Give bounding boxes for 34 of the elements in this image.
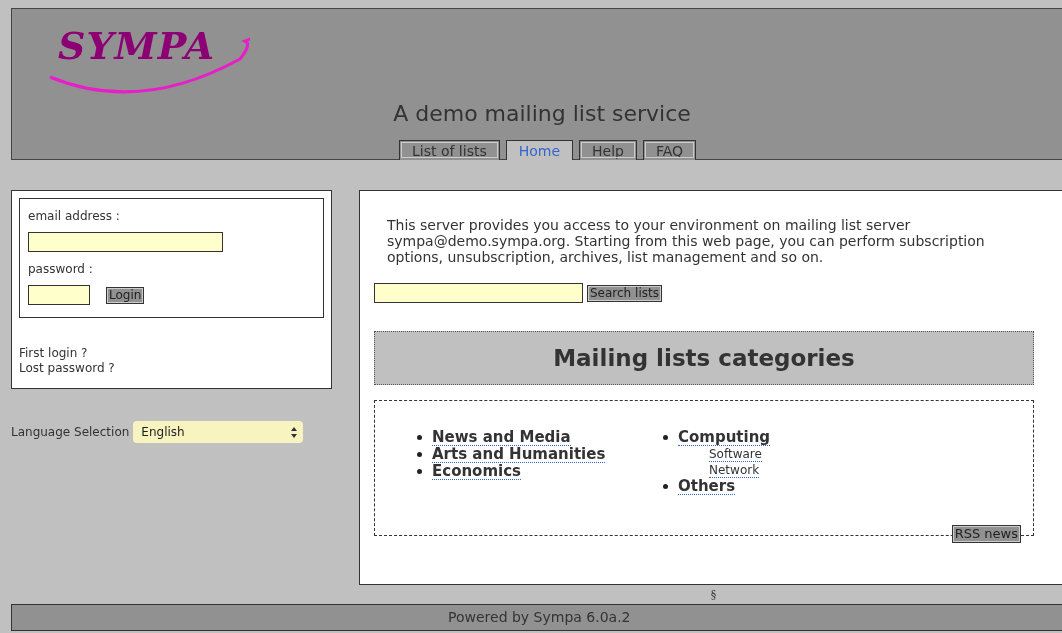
- login-button[interactable]: Login: [106, 286, 145, 304]
- password-field[interactable]: [28, 285, 90, 305]
- bullet-icon: [417, 469, 422, 474]
- password-label: password :: [28, 262, 94, 276]
- email-field[interactable]: [28, 232, 223, 252]
- category-link[interactable]: Arts and Humanities: [432, 446, 606, 463]
- section-mark: §: [710, 588, 717, 601]
- category-link[interactable]: Economics: [432, 463, 522, 480]
- subcategory-link[interactable]: Network: [709, 463, 760, 478]
- categories-heading: Mailing lists categories: [374, 331, 1034, 385]
- rss-button[interactable]: RSS news: [951, 525, 1021, 543]
- category-link[interactable]: Others: [678, 478, 736, 495]
- nav-tab[interactable]: List of lists: [399, 140, 500, 160]
- bullet-icon: [417, 435, 422, 440]
- logo: SYMPA: [58, 27, 215, 65]
- search-button[interactable]: Search lists: [587, 284, 662, 302]
- login-link[interactable]: Lost password ?: [19, 361, 324, 376]
- language-label: Language Selection: [11, 425, 130, 439]
- search-field[interactable]: [374, 283, 583, 303]
- nav-tab[interactable]: Help: [579, 140, 637, 160]
- bullet-icon: [417, 452, 422, 457]
- category-link[interactable]: News and Media: [432, 429, 571, 446]
- intro-text: This server provides you access to your environment on mailing list server sympa@demo.sympa.org. Starting from this web page, you can perform subscription options, unsubscription, archives, list management and so on.: [387, 217, 986, 265]
- updown-icon: [291, 426, 298, 438]
- powered-by-text: Powered by Sympa 6.0a.2: [448, 609, 631, 625]
- nav-tab[interactable]: FAQ: [643, 140, 697, 160]
- bullet-icon: [663, 484, 668, 489]
- email-label: email address :: [28, 209, 121, 223]
- bullet-icon: [663, 435, 668, 440]
- category-link[interactable]: Computing: [678, 429, 771, 446]
- language-select[interactable]: English: [133, 421, 304, 443]
- login-link[interactable]: First login ?: [19, 346, 324, 361]
- subcategory-link[interactable]: Software: [709, 447, 762, 462]
- site-title: A demo mailing list service: [393, 101, 691, 126]
